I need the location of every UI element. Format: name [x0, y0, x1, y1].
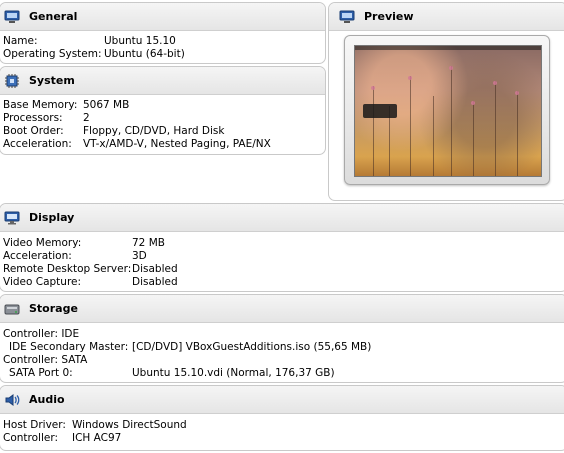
display-label: Remote Desktop Server:: [3, 263, 132, 275]
system-value: 5067 MB: [83, 99, 130, 111]
flower: [408, 76, 412, 80]
grass-stalk: [433, 96, 434, 176]
flower: [493, 81, 497, 85]
flower: [515, 91, 519, 95]
display-label: Video Capture:: [3, 276, 82, 288]
monitor-icon: [4, 10, 20, 23]
display-value: 3D: [132, 250, 147, 262]
display-value: Disabled: [132, 263, 178, 275]
grass-stalk: [410, 76, 411, 176]
storage-label: Controller: IDE: [3, 328, 80, 340]
system-header[interactable]: System: [0, 67, 325, 95]
audio-header[interactable]: Audio: [0, 386, 564, 414]
system-label: Acceleration:: [3, 138, 72, 150]
display-panel: Display Video Memory: 72 MB Acceleration…: [0, 203, 564, 292]
grass-stalk: [473, 101, 474, 176]
grass-stalk: [495, 81, 496, 176]
audio-label: Host Driver:: [3, 419, 66, 431]
flower: [449, 66, 453, 70]
general-value: Ubuntu (64-bit): [104, 48, 185, 60]
general-label: Name:: [3, 35, 38, 47]
storage-value: [CD/DVD] VBoxGuestAdditions.iso (55,65 M…: [132, 341, 372, 353]
chip-icon: [5, 74, 19, 88]
display-label: Video Memory:: [3, 237, 82, 249]
general-panel: General Name: Ubuntu 15.10 Operating Sys…: [0, 2, 326, 64]
preview-thumbnail[interactable]: [344, 35, 550, 185]
storage-label: IDE Secondary Master:: [9, 341, 129, 353]
system-value: VT-x/AMD-V, Nested Paging, PAE/NX: [83, 138, 271, 150]
vm-screen-image: [354, 45, 542, 177]
preview-title: Preview: [364, 10, 414, 23]
system-label: Processors:: [3, 112, 63, 124]
system-value: Floppy, CD/DVD, Hard Disk: [83, 125, 225, 137]
system-label: Base Memory:: [3, 99, 78, 111]
preview-header[interactable]: Preview: [329, 3, 564, 31]
display-icon: [4, 211, 20, 225]
general-header[interactable]: General: [0, 3, 325, 31]
system-label: Boot Order:: [3, 125, 64, 137]
display-value: 72 MB: [132, 237, 165, 249]
system-value: 2: [83, 112, 90, 124]
flower: [371, 86, 375, 90]
flower: [471, 101, 475, 105]
system-panel: System Base Memory: 5067 MB Processors: …: [0, 66, 326, 155]
audio-panel: Audio Host Driver: Windows DirectSound C…: [0, 385, 564, 451]
grass-stalk: [517, 91, 518, 176]
audio-label: Controller:: [3, 432, 59, 444]
storage-title: Storage: [29, 302, 78, 315]
grass-stalk: [373, 86, 374, 176]
general-value: Ubuntu 15.10: [104, 35, 176, 47]
system-title: System: [29, 74, 75, 87]
desktop-top-bar: [355, 46, 541, 50]
login-box: [363, 104, 397, 118]
storage-panel: Storage Controller: IDE IDE Secondary Ma…: [0, 294, 564, 383]
audio-value: Windows DirectSound: [72, 419, 187, 431]
storage-label: SATA Port 0:: [9, 367, 73, 379]
monitor-icon: [339, 10, 355, 23]
display-label: Acceleration:: [3, 250, 72, 262]
general-title: General: [29, 10, 78, 23]
audio-value: ICH AC97: [72, 432, 122, 444]
grass-stalk: [451, 66, 452, 176]
display-header[interactable]: Display: [0, 204, 564, 232]
display-title: Display: [29, 211, 75, 224]
storage-value: Ubuntu 15.10.vdi (Normal, 176,37 GB): [132, 367, 335, 379]
storage-icon: [4, 304, 20, 315]
storage-header[interactable]: Storage: [0, 295, 564, 323]
speaker-icon: [5, 394, 20, 406]
audio-title: Audio: [29, 393, 65, 406]
storage-label: Controller: SATA: [3, 354, 88, 366]
general-label: Operating System:: [3, 48, 102, 60]
display-value: Disabled: [132, 276, 178, 288]
